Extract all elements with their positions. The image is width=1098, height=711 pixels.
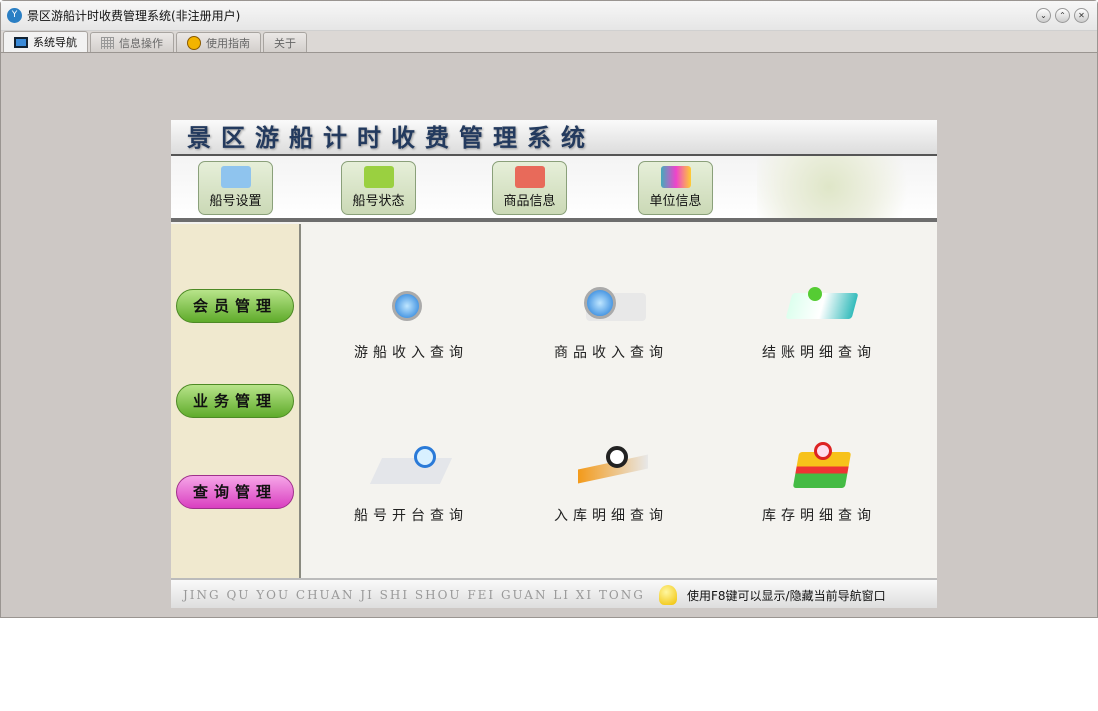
tab-label: 关于 (274, 36, 296, 50)
checkout-detail-query[interactable]: 结账明细查询 (739, 279, 899, 362)
lightbulb-icon (659, 585, 677, 605)
button-label: 船号状态 (352, 194, 405, 209)
tab-guide[interactable]: 使用指南 (176, 32, 261, 52)
boat-number-settings-button[interactable]: 船号设置 (198, 161, 273, 215)
side-menu: 会员管理 业务管理 查询管理 (171, 224, 301, 578)
boat-income-query[interactable]: 游船收入查询 (331, 279, 491, 362)
item-label: 入库明细查询 (554, 508, 668, 524)
cards-icon (660, 166, 691, 188)
maximize-button[interactable]: ⌃ (1055, 8, 1070, 23)
tab-label: 信息操作 (119, 36, 163, 50)
tab-label: 使用指南 (206, 36, 250, 50)
help-icon (187, 35, 201, 50)
book-icon (514, 166, 545, 188)
folder-green-icon (363, 166, 394, 188)
item-label: 结账明细查询 (762, 345, 876, 361)
business-management-button[interactable]: 业务管理 (176, 384, 294, 418)
inventory-detail-query[interactable]: 库存明细查询 (739, 442, 899, 525)
tab-system-nav[interactable]: 系统导航 (3, 31, 88, 52)
toolbar: 船号设置 船号状态 商品信息 单位信息 (171, 156, 937, 222)
open-book-icon (784, 279, 859, 334)
books-magnifier-icon (784, 442, 854, 497)
goods-income-query[interactable]: 商品收入查询 (531, 279, 691, 362)
leaves-decoration (757, 156, 937, 218)
query-management-button[interactable]: 查询管理 (176, 475, 294, 509)
panel-title: 景区游船计时收费管理系统 (171, 120, 937, 156)
papers-magnifier-icon (369, 442, 453, 497)
minimize-button[interactable]: ⌄ (1036, 8, 1051, 23)
boat-open-query[interactable]: 船号开台查询 (331, 442, 491, 525)
window-title: 景区游船计时收费管理系统(非注册用户) (27, 9, 241, 23)
f8-tip: 使用F8键可以显示/隐藏当前导航窗口 (687, 588, 886, 603)
button-label: 船号设置 (209, 194, 262, 209)
query-grid: 游船收入查询 商品收入查询 结账明细查询 船号开台查询 入库明细查询 库存明细查… (303, 224, 937, 578)
button-label: 商品信息 (503, 194, 556, 209)
unit-info-button[interactable]: 单位信息 (638, 161, 713, 215)
footer-bar: JING QU YOU CHUAN JI SHI SHOU FEI GUAN L… (171, 578, 937, 608)
stock-in-detail-query[interactable]: 入库明细查询 (531, 442, 691, 525)
app-logo-icon: Y (7, 8, 22, 23)
tab-about[interactable]: 关于 (263, 32, 307, 52)
item-label: 库存明细查询 (762, 508, 876, 524)
tab-info-ops[interactable]: 信息操作 (90, 32, 174, 52)
boat-status-button[interactable]: 船号状态 (341, 161, 416, 215)
item-label: 游船收入查询 (354, 345, 468, 361)
title-bar: Y 景区游船计时收费管理系统(非注册用户) ⌄ ⌃ ✕ (1, 1, 1097, 31)
item-label: 船号开台查询 (354, 508, 468, 524)
close-button[interactable]: ✕ (1074, 8, 1089, 23)
navigation-panel: 景区游船计时收费管理系统 船号设置 船号状态 商品信息 单位信息 会员管理 业务… (171, 120, 937, 608)
book-magnifier-icon (576, 279, 646, 334)
button-label: 单位信息 (649, 194, 702, 209)
monitor-icon (14, 36, 28, 48)
grid-icon (101, 36, 114, 49)
pinyin-caption: JING QU YOU CHUAN JI SHI SHOU FEI GUAN L… (183, 588, 645, 602)
tab-label: 系统导航 (33, 36, 77, 49)
magnifier-icon (376, 279, 446, 334)
member-management-button[interactable]: 会员管理 (176, 289, 294, 323)
tab-bar: 系统导航 信息操作 使用指南 关于 (1, 31, 1097, 53)
book-magnifier-black-icon (576, 442, 648, 497)
goods-info-button[interactable]: 商品信息 (492, 161, 567, 215)
folder-doc-icon (220, 166, 251, 188)
item-label: 商品收入查询 (554, 345, 668, 361)
